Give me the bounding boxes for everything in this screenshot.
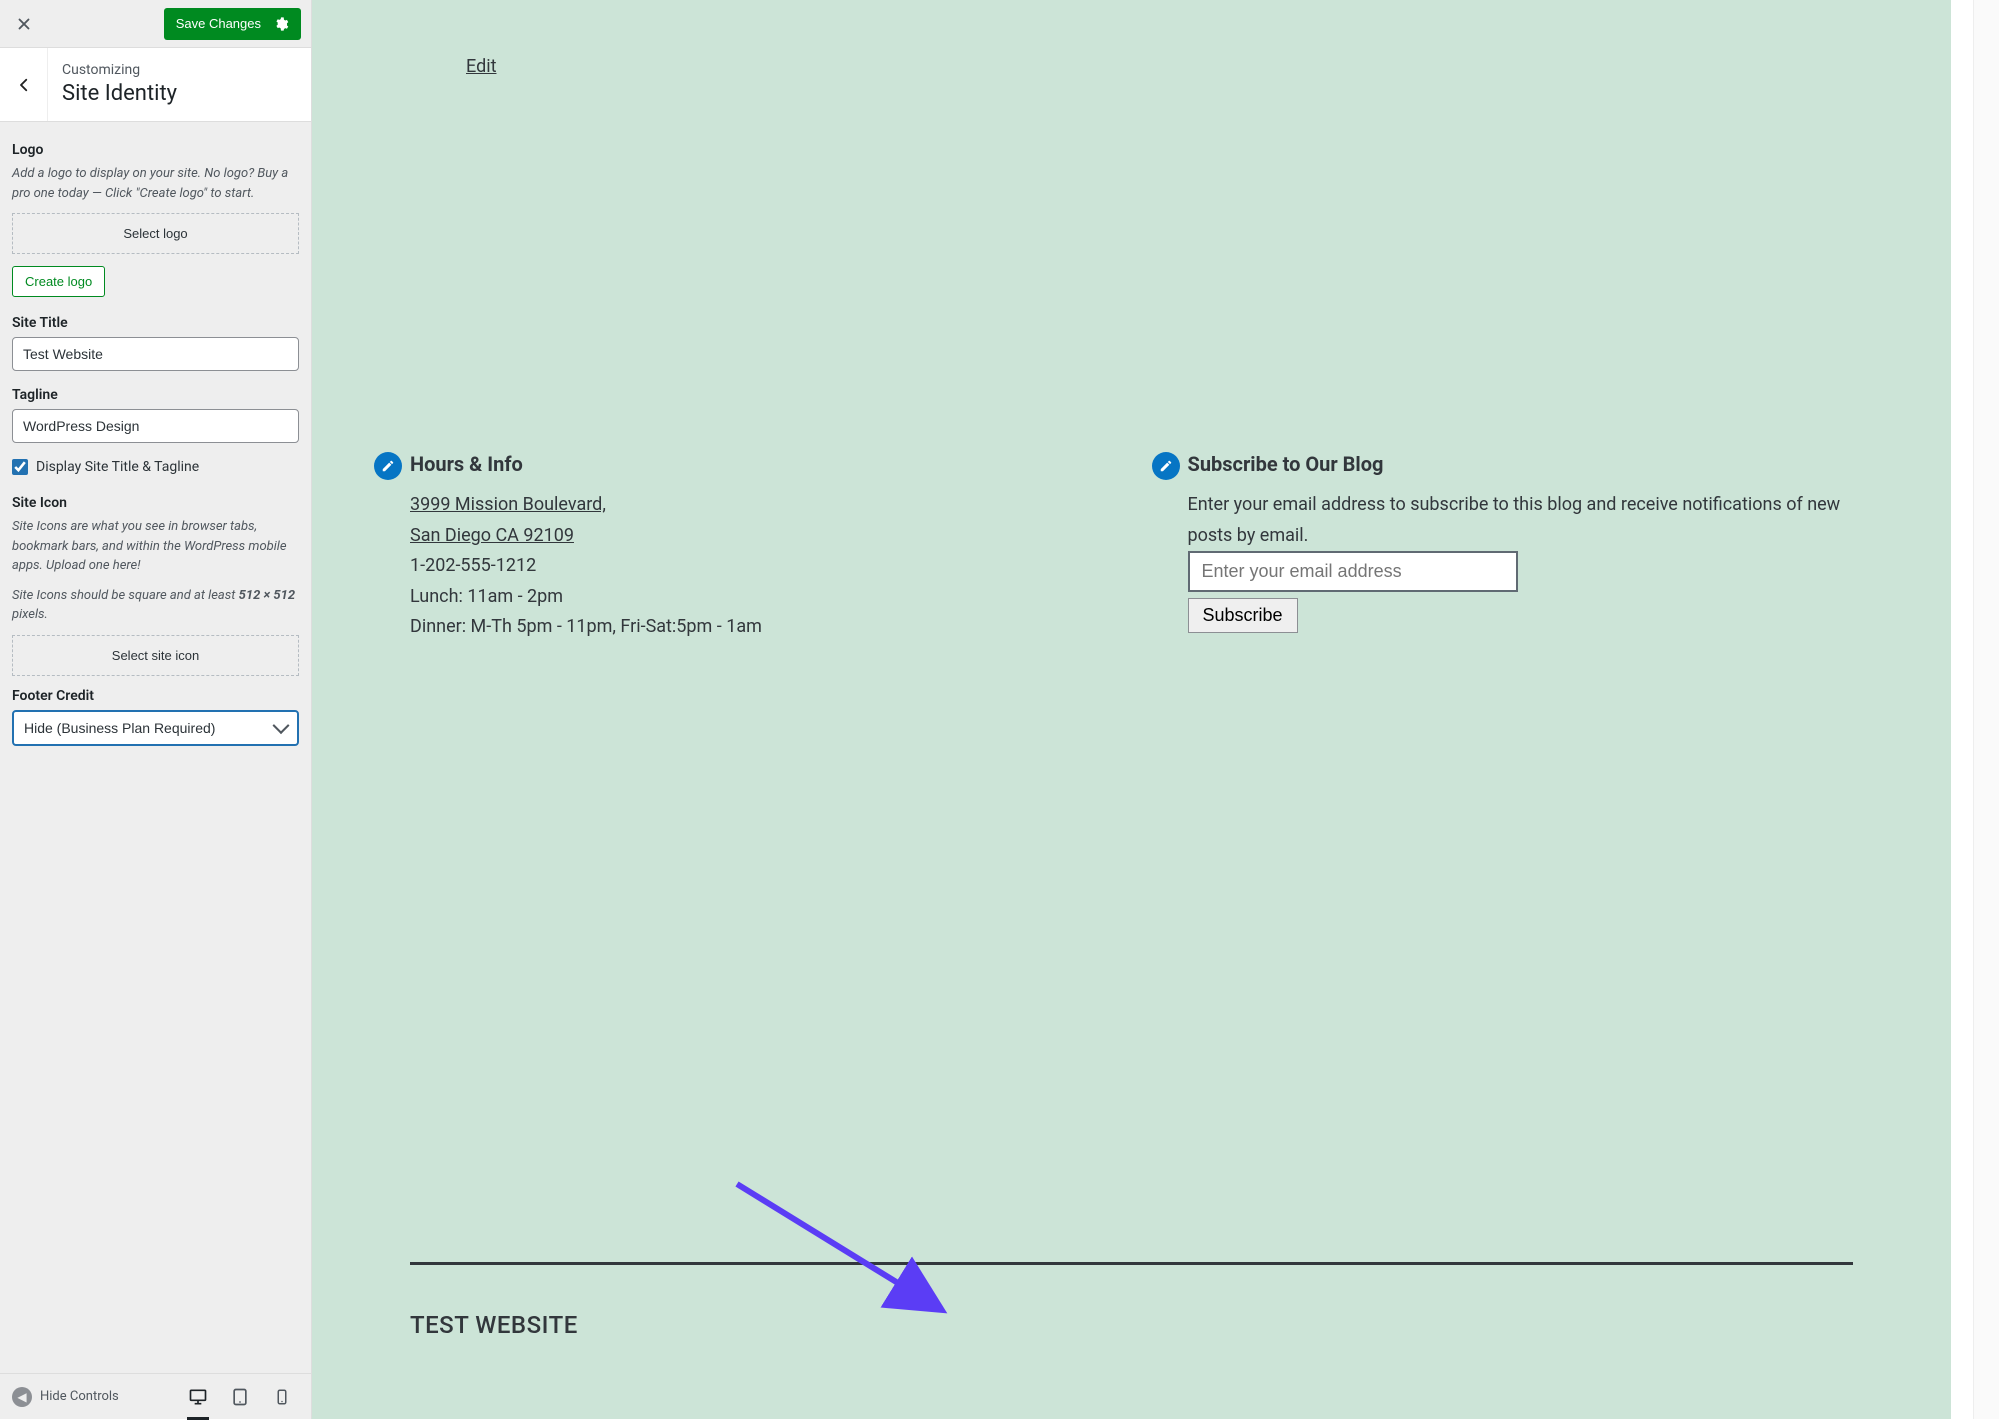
panel-body: Logo Add a logo to display on your site.… [0,122,311,1373]
site-icon-desc-2: Site Icons should be square and at least… [12,586,299,625]
widget-subscribe: Subscribe to Our Blog Enter your email a… [1152,452,1890,643]
subscribe-description: Enter your email address to subscribe to… [1188,490,1890,551]
hide-controls-label: Hide Controls [40,1389,119,1404]
widget-title: Hours & Info [410,452,1112,476]
device-tablet-button[interactable] [223,1380,257,1414]
select-logo-button[interactable]: Select logo [12,213,299,254]
chevron-left-circle-icon: ◀ [12,1387,32,1407]
hide-controls-button[interactable]: ◀ Hide Controls [12,1387,119,1407]
annotation-arrow [732,1179,952,1319]
footer-credit-label: Footer Credit [12,688,299,704]
gear-icon [273,16,289,32]
dinner-hours-text: Dinner: M-Th 5pm - 11pm, Fri-Sat:5pm - 1… [410,616,762,637]
desktop-icon [188,1387,208,1407]
device-mobile-button[interactable] [265,1380,299,1414]
close-customizer-button[interactable] [0,0,48,48]
device-footer: ◀ Hide Controls [0,1373,311,1419]
subscribe-email-input[interactable] [1188,551,1518,592]
mobile-icon [273,1388,291,1406]
panel-title: Site Identity [62,81,177,107]
save-button-label: Save Changes [176,16,261,31]
edit-widget-button[interactable] [1152,452,1180,480]
widget-hours-info: Hours & Info 3999 Mission Boulevard, San… [374,452,1112,643]
chevron-left-icon [15,76,33,94]
panel-pretitle: Customizing [62,62,177,79]
back-button[interactable] [0,48,48,121]
display-title-tagline-checkbox[interactable] [12,459,28,475]
site-preview: Edit Hours & Info 3999 Mission Boulevard… [312,0,1951,1419]
customizer-topbar: Save Changes [0,0,311,48]
edit-widget-button[interactable] [374,452,402,480]
tagline-label: Tagline [12,387,299,403]
edit-shortcut-link[interactable]: Edit [466,56,496,77]
footer-site-title: TEST WEBSITE [410,1311,578,1339]
subscribe-button[interactable]: Subscribe [1188,598,1298,633]
lunch-hours-text: Lunch: 11am - 2pm [410,586,563,607]
display-title-tagline-row: Display Site Title & Tagline [12,459,299,475]
tablet-icon [230,1387,250,1407]
logo-heading: Logo [12,142,299,158]
pencil-icon [1159,459,1173,473]
pencil-icon [381,459,395,473]
site-title-input[interactable] [12,337,299,371]
device-desktop-button[interactable] [181,1380,215,1414]
close-icon [15,15,33,33]
save-changes-button[interactable]: Save Changes [164,8,301,40]
footer-divider [410,1262,1853,1265]
create-logo-button[interactable]: Create logo [12,266,105,297]
select-site-icon-button[interactable]: Select site icon [12,635,299,676]
widget-title: Subscribe to Our Blog [1188,452,1890,476]
site-icon-desc-1: Site Icons are what you see in browser t… [12,517,299,576]
address-link-line2[interactable]: San Diego CA 92109 [410,525,574,546]
tagline-input[interactable] [12,409,299,443]
footer-credit-select[interactable]: Hide (Business Plan Required) [12,710,299,746]
customizer-panel: Save Changes Customizing Site Identity L… [0,0,312,1419]
site-icon-heading: Site Icon [12,495,299,511]
site-title-label: Site Title [12,315,299,331]
logo-description: Add a logo to display on your site. No l… [12,164,299,203]
preview-scrollbar[interactable] [1973,0,1999,1419]
address-link-line1[interactable]: 3999 Mission Boulevard, [410,494,606,515]
preview-pane: Edit Hours & Info 3999 Mission Boulevard… [312,0,1999,1419]
display-title-tagline-label: Display Site Title & Tagline [36,459,199,475]
panel-header: Customizing Site Identity [0,48,311,122]
phone-text: 1-202-555-1212 [410,555,536,576]
